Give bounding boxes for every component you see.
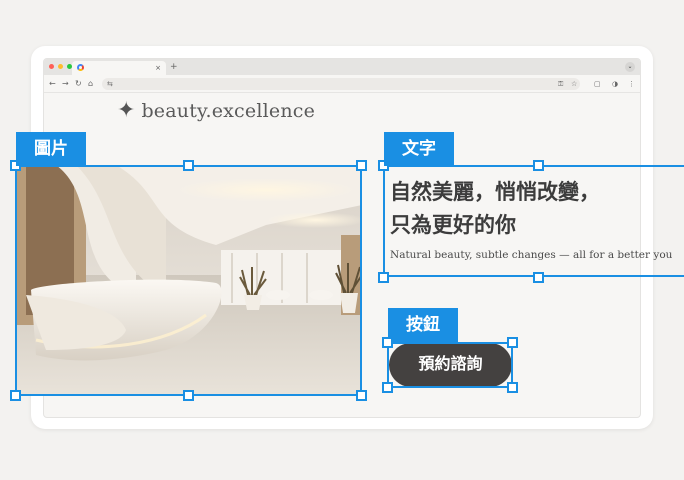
resize-handle[interactable]	[507, 337, 518, 348]
reload-icon[interactable]: ↻	[75, 78, 82, 90]
resize-handle[interactable]	[356, 160, 367, 171]
extension-icon[interactable]: ▢	[594, 78, 601, 90]
window-controls	[49, 64, 72, 69]
resize-handle[interactable]	[533, 272, 544, 283]
button-selection-frame[interactable]	[387, 342, 513, 388]
resize-handle[interactable]	[378, 272, 389, 283]
resize-handle[interactable]	[356, 390, 367, 401]
star-icon[interactable]: ☆	[571, 78, 577, 90]
sparkle-icon: ✦	[117, 98, 136, 123]
button-label-tag: 按鈕	[388, 308, 458, 342]
text-selection-frame[interactable]	[383, 165, 684, 277]
logo-text: beauty.excellence	[141, 100, 316, 122]
close-window-button[interactable]	[49, 64, 54, 69]
key-icon[interactable]: ⚿	[558, 78, 563, 90]
address-bar: ← → ↻ ⌂ ⇆ ⚿ ☆ ▢ ◑ ⋮	[44, 75, 640, 93]
tab-bar: × + ⌄	[44, 59, 640, 75]
tab-search-icon[interactable]: ⌄	[625, 62, 635, 72]
new-tab-button[interactable]: +	[170, 61, 178, 73]
more-icon[interactable]: ⋮	[628, 78, 635, 90]
tune-icon[interactable]: ⇆	[107, 78, 113, 90]
minimize-window-button[interactable]	[58, 64, 63, 69]
resize-handle[interactable]	[10, 390, 21, 401]
image-label-tag: 圖片	[16, 132, 86, 166]
resize-handle[interactable]	[382, 337, 393, 348]
forward-icon[interactable]: →	[62, 78, 69, 90]
url-field[interactable]: ⇆	[102, 78, 580, 90]
resize-handle[interactable]	[183, 160, 194, 171]
site-logo[interactable]: ✦ beauty.excellence	[117, 98, 315, 124]
close-tab-icon[interactable]: ×	[155, 62, 161, 74]
resize-handle[interactable]	[183, 390, 194, 401]
resize-handle[interactable]	[507, 382, 518, 393]
profile-icon[interactable]: ◑	[612, 78, 618, 90]
image-selection-frame[interactable]	[15, 165, 362, 396]
google-favicon-icon	[77, 64, 84, 71]
home-icon[interactable]: ⌂	[88, 78, 93, 90]
resize-handle[interactable]	[533, 160, 544, 171]
browser-tab[interactable]: ×	[72, 61, 166, 75]
back-icon[interactable]: ←	[49, 78, 56, 90]
resize-handle[interactable]	[382, 382, 393, 393]
text-label-tag: 文字	[384, 132, 454, 166]
